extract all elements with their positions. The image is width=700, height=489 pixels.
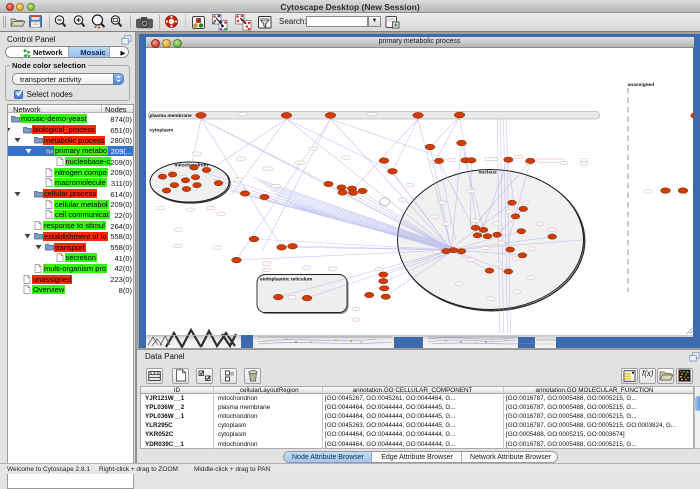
- svg-text:unassigned: unassigned: [627, 82, 654, 88]
- svg-text:plasma membrane: plasma membrane: [149, 113, 191, 119]
- svg-text:cytoplasm: cytoplasm: [149, 128, 173, 134]
- svg-text:endoplasmic reticulum: endoplasmic reticulum: [260, 277, 312, 283]
- svg-text:nucleus: nucleus: [478, 170, 496, 176]
